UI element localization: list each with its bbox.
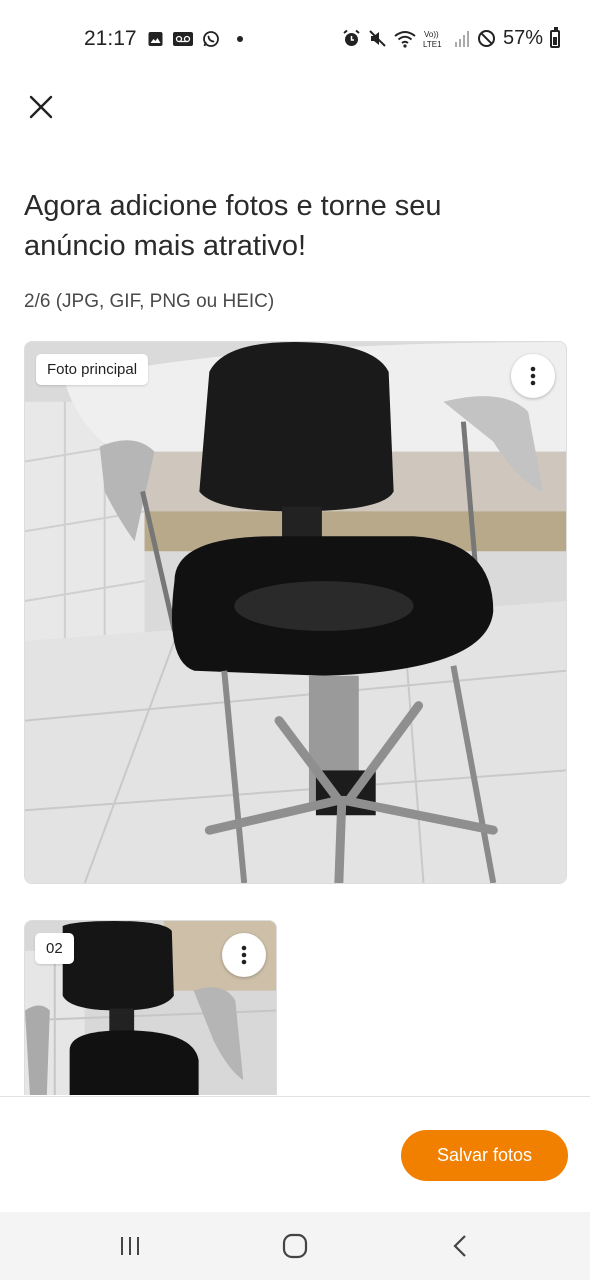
battery-icon <box>550 26 560 48</box>
gallery-icon <box>148 32 163 46</box>
status-right-icons: Vo)) LTE1 57% <box>342 26 560 50</box>
voicemail-icon <box>173 32 193 46</box>
signal-icon <box>454 30 469 47</box>
battery-percent: 57% <box>502 27 543 49</box>
main-photo-menu-button[interactable] <box>511 354 555 398</box>
main-photo-image <box>25 342 566 883</box>
mute-icon <box>369 30 386 47</box>
photo-02-badge: 02 <box>35 933 74 964</box>
status-left-icons <box>147 30 244 48</box>
svg-text:LTE1: LTE1 <box>423 40 442 49</box>
system-nav-bar <box>0 1212 590 1280</box>
main-photo-badge: Foto principal <box>36 354 149 385</box>
volte-icon: Vo))LTE1 <box>423 30 442 49</box>
page-title: Agora adicione fotos e torne seu anúncio… <box>24 190 442 262</box>
recent-apps-icon <box>121 1237 139 1255</box>
save-photos-button[interactable]: Salvar fotos <box>401 1130 568 1181</box>
dnd-icon <box>477 30 495 47</box>
status-bar: 21:17 Vo)) LTE1 57% <box>0 0 590 80</box>
more-vertical-icon <box>530 366 536 386</box>
photo-count-text: 2/6 (JPG, GIF, PNG ou HEIC) <box>24 291 275 312</box>
status-time: 21:17 <box>84 27 137 50</box>
photo-02-menu-button[interactable] <box>222 933 266 977</box>
back-icon <box>453 1235 466 1257</box>
bottom-action-bar: Salvar fotos <box>0 1096 590 1213</box>
back-button[interactable] <box>439 1226 483 1266</box>
dot-icon <box>237 36 243 42</box>
main-photo-card[interactable]: Foto principal <box>24 341 567 884</box>
recent-apps-button[interactable] <box>108 1226 152 1266</box>
more-vertical-icon <box>241 945 247 965</box>
home-button[interactable] <box>273 1226 317 1266</box>
svg-text:Vo)): Vo)) <box>424 30 439 39</box>
alarm-icon <box>343 29 360 46</box>
home-icon <box>282 1233 308 1259</box>
whatsapp-icon <box>203 31 219 47</box>
wifi-icon <box>394 30 416 48</box>
close-icon[interactable] <box>26 92 56 122</box>
photo-card-02[interactable]: 02 <box>24 920 277 1095</box>
